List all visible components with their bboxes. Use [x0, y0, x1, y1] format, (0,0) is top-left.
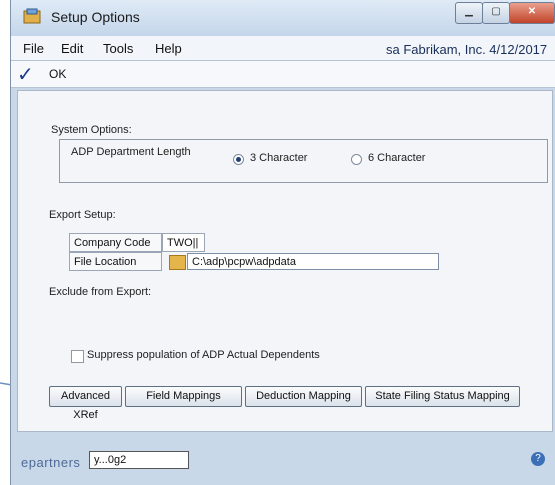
exclude-from-export-heading: Exclude from Export:: [49, 286, 152, 298]
deduction-mapping-button[interactable]: Deduction Mapping: [245, 386, 362, 407]
company-code-value[interactable]: TWO||: [162, 233, 205, 252]
menu-help[interactable]: Help: [155, 41, 182, 56]
file-location-label: File Location: [69, 252, 162, 271]
radio-6-character[interactable]: [351, 154, 362, 165]
epartners-logo: epartners: [21, 455, 81, 470]
user-company-date: sa Fabrikam, Inc. 4/12/2017: [386, 42, 548, 57]
ok-button[interactable]: OK: [49, 67, 66, 81]
adp-department-length-label: ADP Department Length: [71, 146, 191, 158]
app-icon: [23, 8, 41, 24]
radio-3-character[interactable]: [233, 154, 244, 165]
system-options-heading: System Options:: [51, 124, 132, 136]
advanced-xref-button[interactable]: Advanced XRef: [49, 386, 122, 421]
export-setup-heading: Export Setup:: [49, 209, 116, 221]
title-bar: Setup Options ▁ ▢ ✕: [11, 0, 555, 36]
radio-3-character-label: 3 Character: [250, 152, 308, 164]
suppress-dependents-label: Suppress population of ADP Actual Depend…: [87, 349, 320, 361]
checkmark-icon[interactable]: ✓: [17, 62, 34, 87]
company-code-label: Company Code: [69, 233, 162, 252]
toolbar: ✓ OK: [11, 61, 555, 88]
setup-options-window: Setup Options ▁ ▢ ✕ File Edit Tools Help…: [10, 0, 555, 485]
menu-edit[interactable]: Edit: [61, 41, 83, 56]
folder-icon[interactable]: [169, 255, 186, 270]
field-mappings-button[interactable]: Field Mappings: [125, 386, 242, 407]
menu-bar: File Edit Tools Help sa Fabrikam, Inc. 4…: [11, 36, 555, 61]
close-button[interactable]: ✕: [509, 2, 555, 24]
user-id-field: y...0g2: [89, 451, 189, 469]
maximize-button[interactable]: ▢: [482, 2, 510, 24]
minimize-button[interactable]: ▁: [455, 2, 483, 24]
state-filing-status-mapping-button[interactable]: State Filing Status Mapping: [365, 386, 520, 407]
file-location-input[interactable]: C:\adp\pcpw\adpdata: [187, 253, 439, 270]
suppress-dependents-checkbox[interactable]: [71, 350, 84, 363]
help-icon[interactable]: ?: [531, 452, 545, 466]
menu-file[interactable]: File: [23, 41, 44, 56]
menu-tools[interactable]: Tools: [103, 41, 133, 56]
window-title: Setup Options: [51, 9, 140, 25]
radio-6-character-label: 6 Character: [368, 152, 426, 164]
